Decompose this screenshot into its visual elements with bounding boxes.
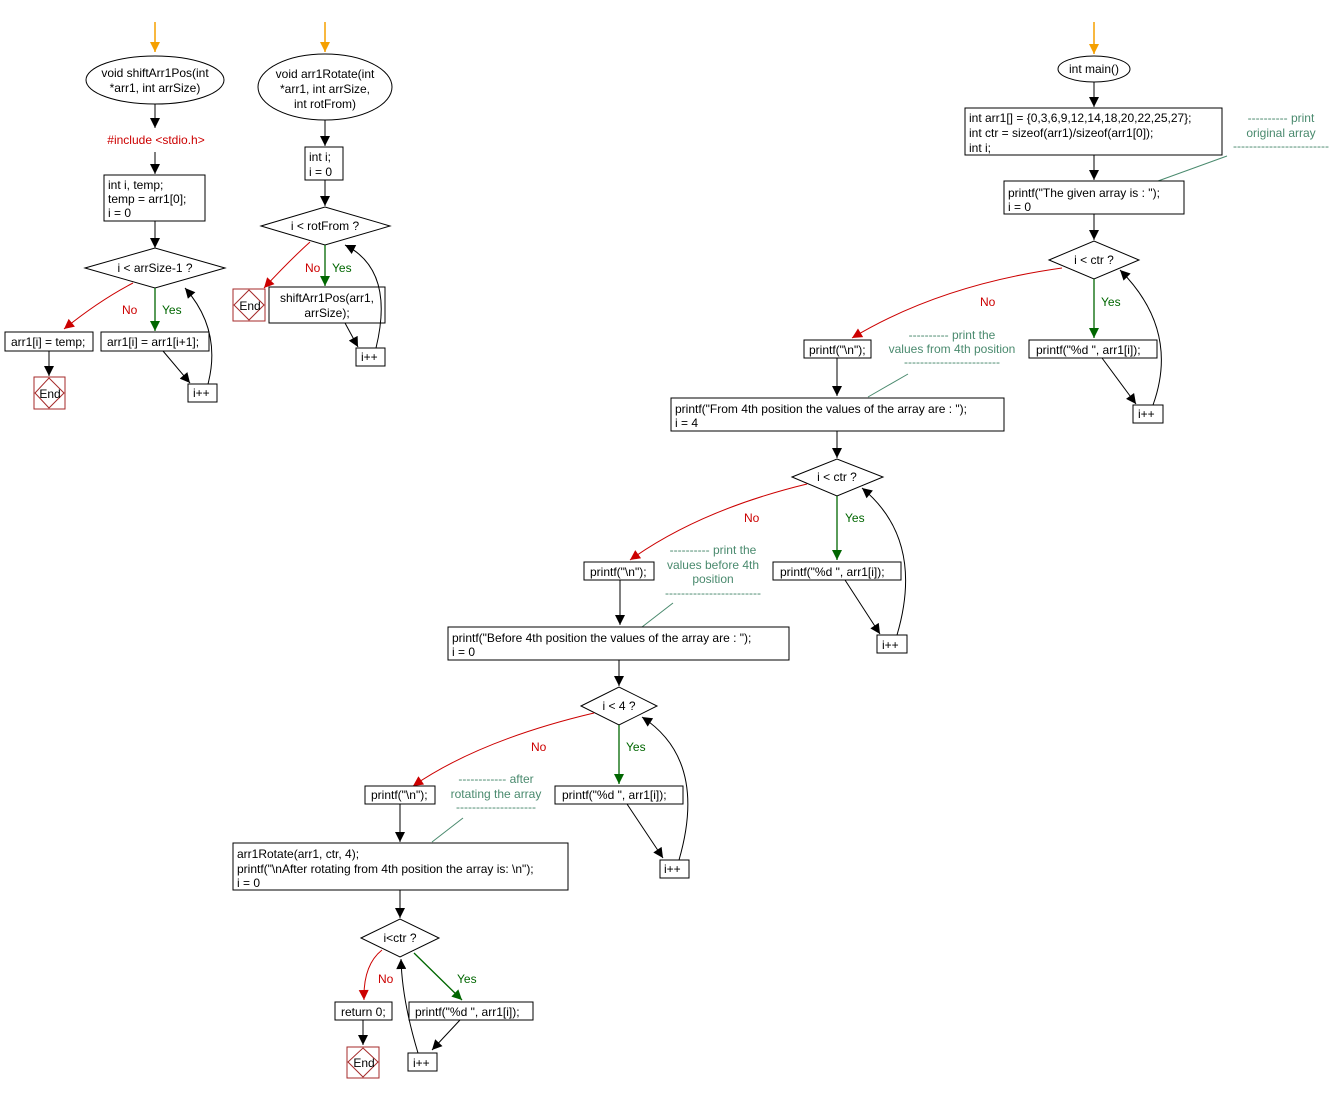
yes-label-4: Yes [457,972,477,986]
init-line3: i = 0 [108,206,131,220]
comment-connector [431,817,464,843]
comment-from4-line2: values from 4th position [889,342,1016,356]
print-before-line2: i = 0 [452,645,475,659]
start-label-line2: *arr1, int arrSize) [110,81,201,95]
comment-original-line3: ------------------------ [1233,139,1329,153]
loop1-increment-label: i++ [1138,407,1155,421]
decl-line1: int arr1[] = {0,3,6,9,12,14,18,20,22,25,… [969,111,1192,125]
main-flow: int main() int arr1[] = {0,3,6,9,12,14,1… [232,22,1329,1079]
rotate-line1: arr1Rotate(arr1, ctr, 4); [237,847,359,861]
init-line1: int i, temp; [108,178,163,192]
rotate-line3: i = 0 [237,876,260,890]
start-label-line1: void arr1Rotate(int [276,67,375,81]
yes-action-line1: shiftArr1Pos(arr1, [280,291,374,305]
loop2-yes-label: printf("%d ", arr1[i]); [780,565,885,579]
no-label-3: No [531,740,547,754]
loop1-yes-label: printf("%d ", arr1[i]); [1036,343,1141,357]
comment-before4-line3: position [692,572,733,586]
shiftArr1Pos-flow: void shiftArr1Pos(int *arr1, int arrSize… [4,22,227,410]
yes-label-1: Yes [1101,295,1121,309]
no-label: No [122,303,138,317]
arr1Rotate-flow: void arr1Rotate(int *arr1, int arrSize, … [232,22,393,367]
start-label: int main() [1069,62,1119,76]
no-label: No [305,261,321,275]
comment-before4-line2: values before 4th [667,558,759,572]
decision-loop3-label: i < 4 ? [602,699,635,713]
loop1-no-label: printf("\n"); [809,343,866,357]
comment-from4-line1: ---------- print the [909,328,996,342]
loop2-no-label: printf("\n"); [590,565,647,579]
start-label-line2: *arr1, int arrSize, [280,82,370,96]
decision-label: i < arrSize-1 ? [117,261,192,275]
init-line2: temp = arr1[0]; [108,192,186,206]
decision-loop4-label: i<ctr ? [383,931,416,945]
loop3-yes-label: printf("%d ", arr1[i]); [562,788,667,802]
end-label: End [353,1056,374,1070]
comment-after-line2: rotating the array [451,787,542,801]
no-label-4: No [378,972,394,986]
comment-original-line2: original array [1246,126,1315,140]
comment-before4-line4: ------------------------ [665,586,761,600]
yes-label-2: Yes [845,511,865,525]
start-label-line3: int rotFrom) [294,97,356,111]
comment-connector [1157,155,1228,182]
loop3-no-label: printf("\n"); [371,788,428,802]
increment-label: i++ [361,350,378,364]
include-directive: #include <stdio.h> [107,133,204,147]
init-line2: i = 0 [309,165,332,179]
decision-loop2-label: i < ctr ? [817,470,857,484]
loop1-back [1119,269,1162,406]
comment-from4-line3: ------------------------ [904,355,1000,369]
comment-original-line1: ---------- print [1248,111,1315,125]
loop4-yes-label: printf("%d ", arr1[i]); [415,1005,520,1019]
comment-connector [867,373,909,398]
start-label-line1: void shiftArr1Pos(int [101,66,209,80]
yes-action-label: arr1[i] = arr1[i+1]; [107,335,199,349]
no-action-label: arr1[i] = temp; [11,335,85,349]
yes-branch-4 [413,952,463,1001]
yes-label: Yes [162,303,182,317]
loop2-increment-label: i++ [882,638,899,652]
end-label: End [239,299,260,313]
loop3-increment-label: i++ [664,862,681,876]
return-label: return 0; [341,1005,386,1019]
yes-label: Yes [332,261,352,275]
end-label: End [39,387,60,401]
loop4-increment-label: i++ [413,1056,430,1070]
decl-line2: int ctr = sizeof(arr1)/sizeof(arr1[0]); [969,126,1153,140]
print-before-line1: printf("Before 4th position the values o… [452,631,751,645]
decl-line3: int i; [969,141,991,155]
yes-action-line2: arrSize); [304,306,349,320]
comment-before4-line1: ---------- print the [670,543,757,557]
comment-connector [641,602,674,628]
comment-after-line3: -------------------- [456,800,536,814]
rotate-line2: printf("\nAfter rotating from 4th positi… [237,862,534,876]
comment-after-line1: ------------ after [458,772,533,786]
no-label-2: No [744,511,760,525]
print-given-line2: i = 0 [1008,200,1031,214]
decision-loop1-label: i < ctr ? [1074,253,1114,267]
print-given-line1: printf("The given array is : "); [1008,186,1160,200]
flowchart-canvas: void shiftArr1Pos(int *arr1, int arrSize… [4,22,1329,1079]
decision-label: i < rotFrom ? [291,219,360,233]
print-from-line1: printf("From 4th position the values of … [675,402,967,416]
no-label-1: No [980,295,996,309]
print-from-line2: i = 4 [675,416,698,430]
yes-label-3: Yes [626,740,646,754]
no-branch [263,241,311,289]
start-node-shiftArr1Pos[interactable] [85,55,225,105]
increment-label: i++ [193,386,210,400]
init-line1: int i; [309,150,331,164]
